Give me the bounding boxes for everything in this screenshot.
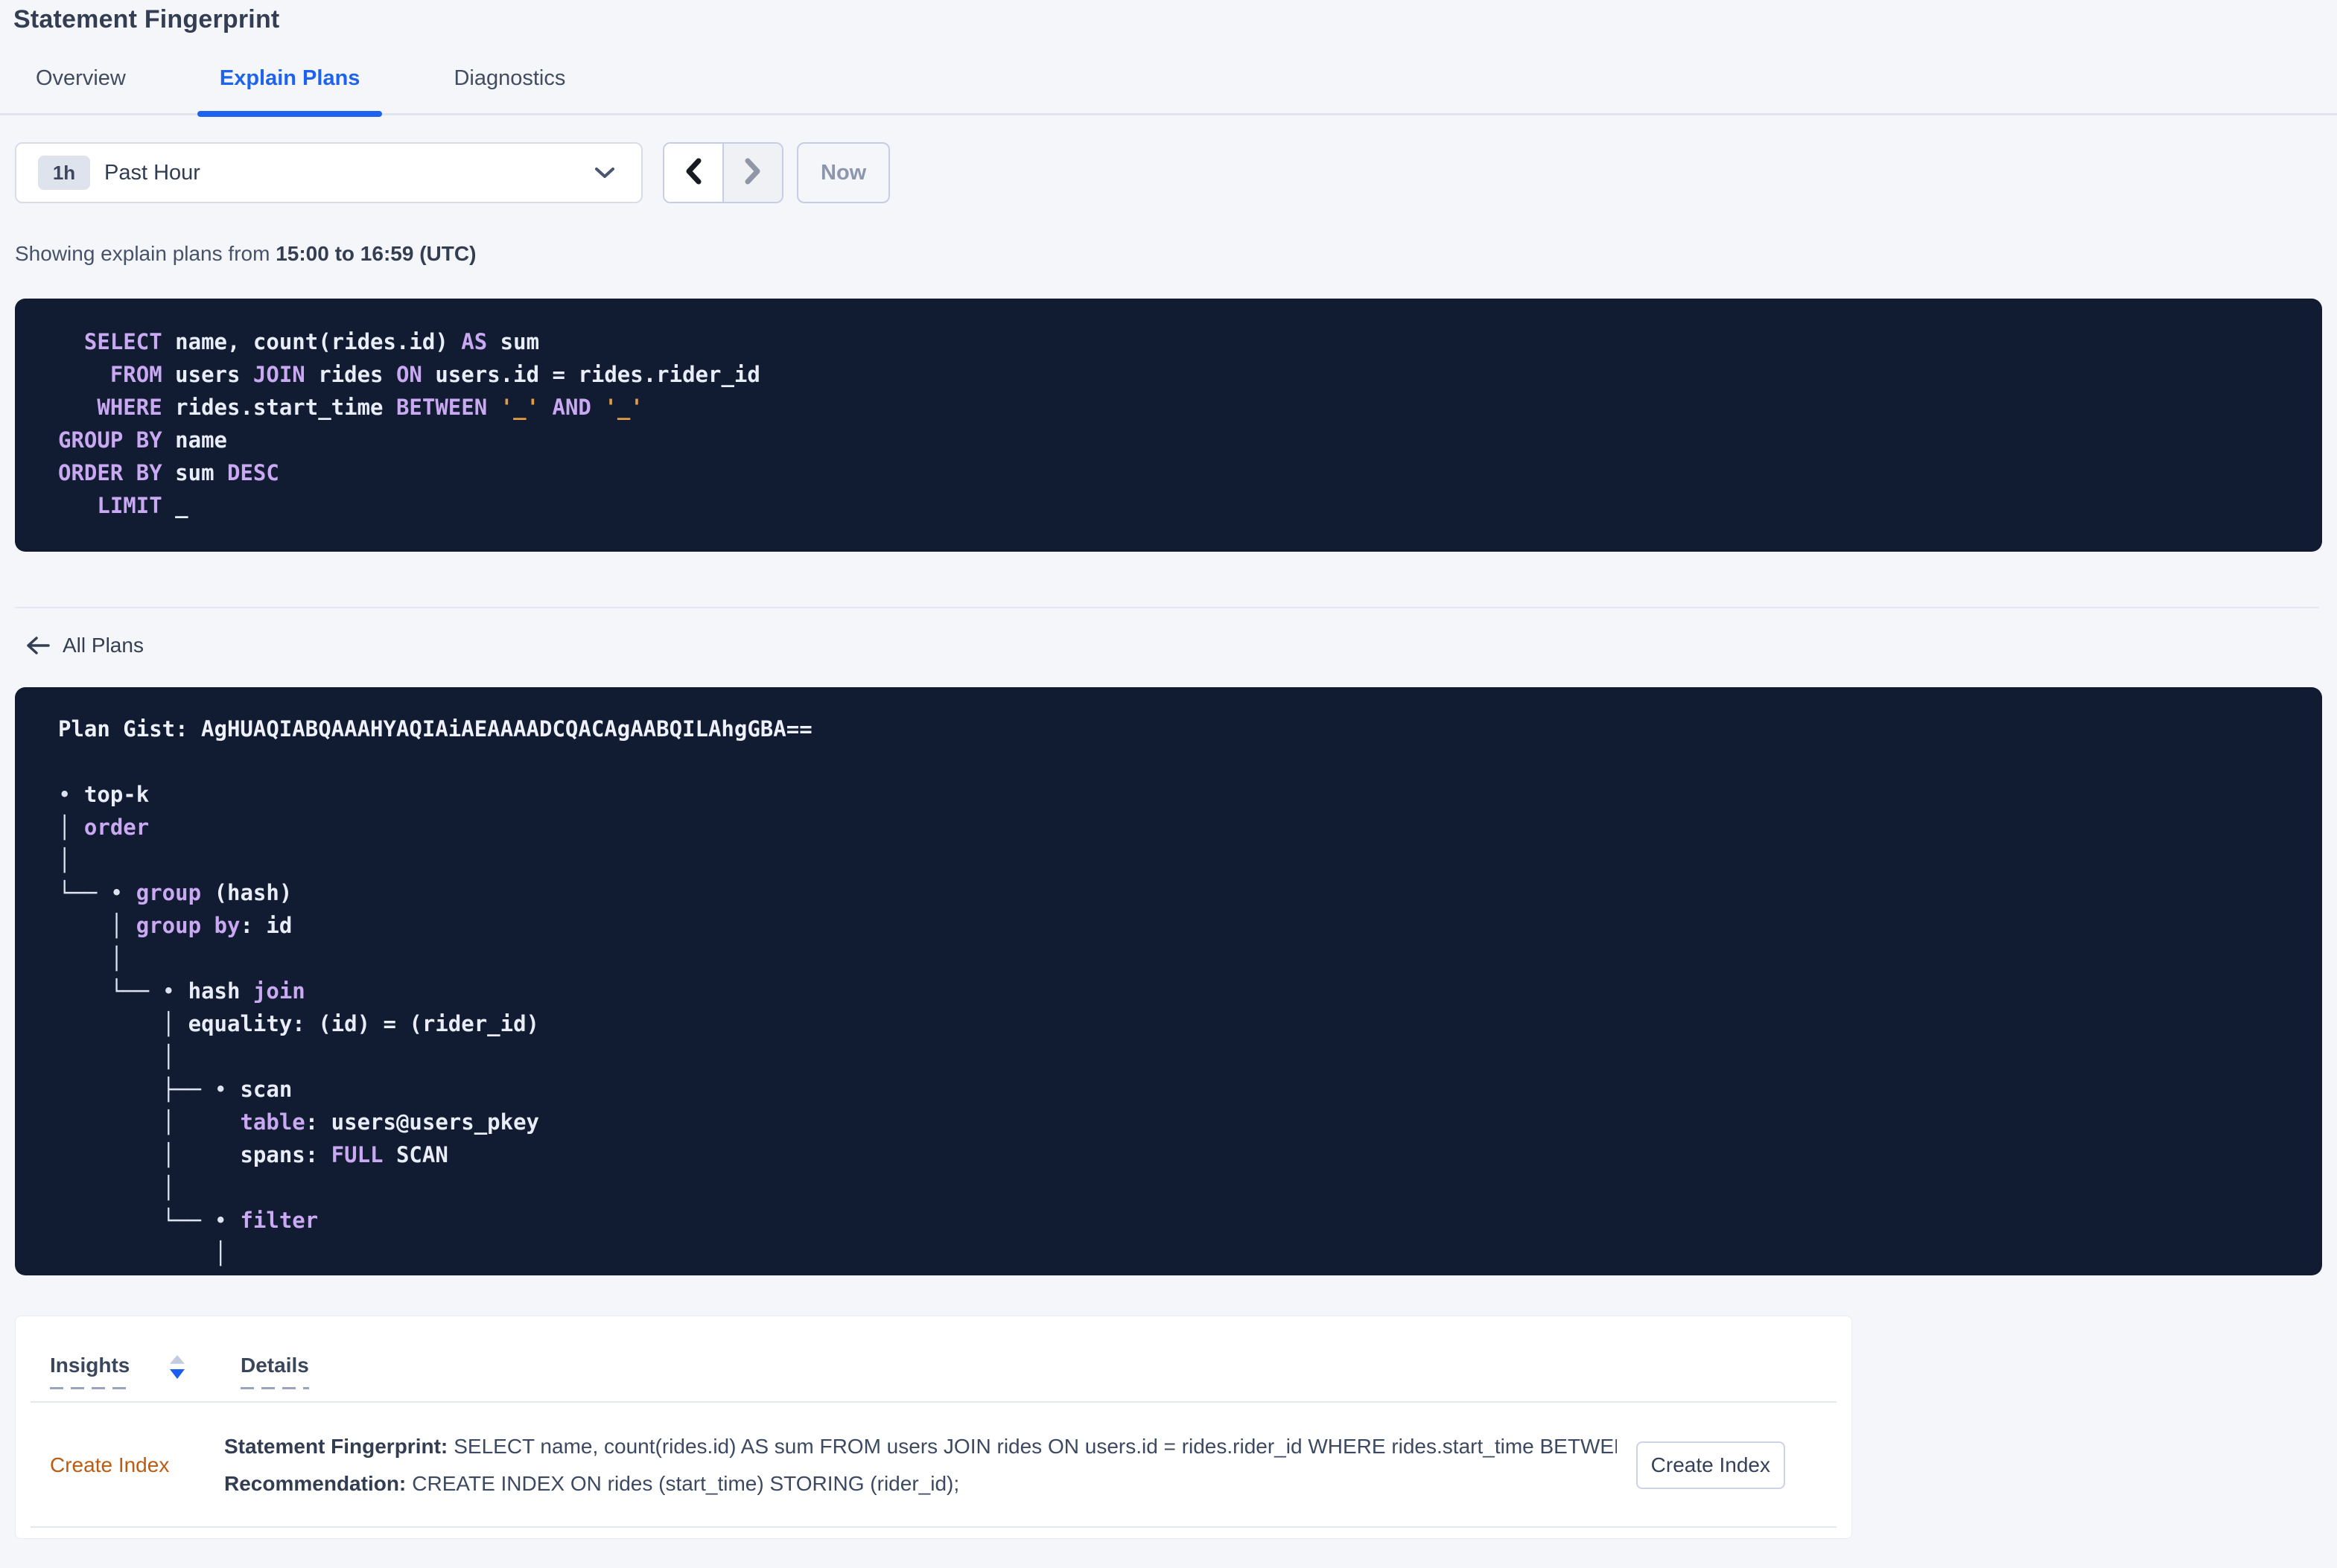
detail-recommendation: Recommendation: CREATE INDEX ON rides (st… (224, 1472, 960, 1495)
next-time-button[interactable] (724, 144, 782, 202)
prev-time-button[interactable] (664, 144, 724, 202)
tab-overview[interactable]: Overview (13, 66, 148, 113)
tab-bar: Overview Explain Plans Diagnostics (0, 66, 2337, 117)
insights-card: Insights Details Create Index Statement … (15, 1316, 1852, 1539)
sql-statement-block: SELECT name, count(rides.id) AS sum FROM… (15, 299, 2322, 552)
all-plans-back-link[interactable]: All Plans (25, 634, 144, 657)
insight-link-create-index[interactable]: Create Index (50, 1453, 224, 1477)
time-range-label: Past Hour (104, 160, 200, 185)
time-pager (663, 142, 783, 203)
insight-details: Statement Fingerprint: SELECT name, count… (224, 1434, 1617, 1497)
time-toolbar: 1h Past Hour Now (15, 142, 2337, 203)
chevron-down-icon (594, 165, 616, 180)
table-row: Create Index Statement Fingerprint: SELEC… (50, 1403, 1817, 1514)
tab-diagnostics[interactable]: Diagnostics (431, 66, 588, 113)
chevron-left-icon (683, 157, 704, 189)
page-title: Statement Fingerprint (13, 5, 280, 34)
statement-fingerprint-page: Statement Fingerprint Overview Explain P… (0, 0, 2337, 1568)
column-header-insights[interactable]: Insights (50, 1354, 169, 1389)
time-range-summary: Showing explain plans from 15:00 to 16:5… (15, 242, 477, 265)
insights-table-header: Insights Details (50, 1316, 1817, 1389)
time-range-badge: 1h (38, 156, 90, 190)
section-divider (15, 607, 2319, 608)
tab-explain-plans[interactable]: Explain Plans (197, 66, 383, 117)
create-index-button[interactable]: Create Index (1635, 1441, 1785, 1489)
sort-icon-insights[interactable] (169, 1355, 185, 1380)
now-button[interactable]: Now (797, 142, 891, 203)
plan-gist-block: Plan Gist: AgHUAQIABQAAAHYAQIAiAEAAAADCQ… (15, 687, 2322, 1275)
back-link-label: All Plans (63, 634, 144, 657)
arrow-left-icon (25, 635, 51, 656)
time-range-dropdown[interactable]: 1h Past Hour (15, 142, 643, 203)
chevron-right-icon (743, 157, 763, 189)
table-row-divider (31, 1526, 1837, 1528)
detail-statement-fingerprint: Statement Fingerprint: SELECT name, count… (224, 1435, 1617, 1458)
column-header-details[interactable]: Details (241, 1354, 309, 1389)
